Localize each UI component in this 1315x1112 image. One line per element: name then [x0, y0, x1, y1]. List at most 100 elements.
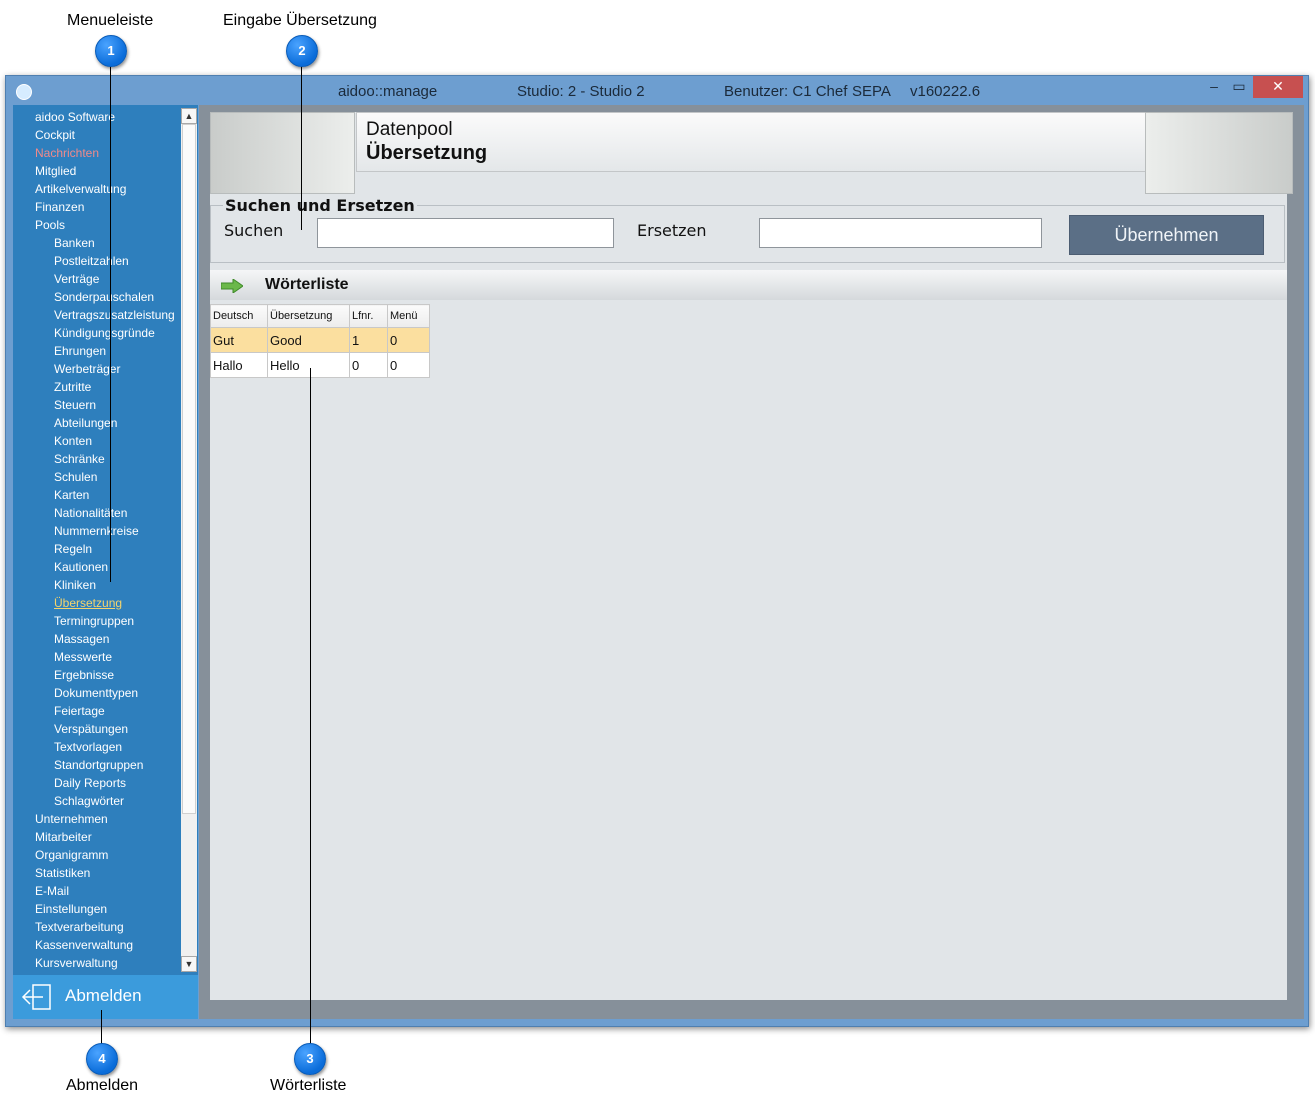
studio-info: Studio: 2 - Studio 2: [517, 83, 645, 100]
sidebar-item-schulen[interactable]: Schulen: [54, 468, 97, 486]
maximize-button[interactable]: ▭: [1228, 78, 1250, 98]
sidebar-item-finanzen[interactable]: Finanzen: [35, 198, 84, 216]
page-header: Datenpool Übersetzung: [356, 112, 1146, 172]
search-input[interactable]: [317, 218, 614, 248]
sidebar-item-artikelverwaltung[interactable]: Artikelverwaltung: [35, 180, 126, 198]
logout-arrow-icon: [21, 984, 51, 1010]
sidebar-item-pools[interactable]: Pools: [35, 216, 65, 234]
sidebar-item-zutritte[interactable]: Zutritte: [54, 378, 91, 396]
scroll-up-icon[interactable]: ▲: [181, 108, 197, 124]
search-replace-group: Suchen und Ersetzen Suchen Ersetzen Über…: [210, 196, 1285, 263]
sidebar-item-organigramm[interactable]: Organigramm: [35, 846, 108, 864]
sidebar-item-aidoo-software[interactable]: aidoo Software: [35, 108, 115, 126]
callout-label-menueleiste: Menueleiste: [67, 12, 154, 29]
menu-list: aidoo Software Cockpit Nachrichten Mitglied…: [13, 105, 181, 973]
callout-badge-1: 1: [95, 35, 127, 67]
scroll-down-icon[interactable]: ▼: [181, 956, 197, 972]
cell-deutsch[interactable]: Gut: [210, 327, 268, 353]
sidebar-item-abteilungen[interactable]: Abteilungen: [54, 414, 117, 432]
replace-input[interactable]: [759, 218, 1042, 248]
sidebar-item-nummernkreise[interactable]: Nummernkreise: [54, 522, 139, 540]
sidebar-item-verträge[interactable]: Verträge: [54, 270, 99, 288]
sidebar-item-cockpit[interactable]: Cockpit: [35, 126, 75, 144]
sidebar-item-konten[interactable]: Konten: [54, 432, 92, 450]
sidebar-item-nationalitäten[interactable]: Nationalitäten: [54, 504, 127, 522]
sidebar-item-verspätungen[interactable]: Verspätungen: [54, 720, 128, 738]
sidebar-item-kündigungsgründe[interactable]: Kündigungsgründe: [54, 324, 155, 342]
sidebar-item-vertragszusatzleistung[interactable]: Vertragszusatzleistung: [54, 306, 175, 324]
cell-deutsch[interactable]: Hallo: [210, 352, 268, 378]
callout-label-woerterliste: Wörterliste: [270, 1077, 347, 1094]
table-row[interactable]: Gut Good 1 0: [210, 327, 430, 353]
sidebar-item-kassenverwaltung[interactable]: Kassenverwaltung: [35, 936, 133, 954]
sidebar-item-textvorlagen[interactable]: Textvorlagen: [54, 738, 122, 756]
sidebar-item-steuern[interactable]: Steuern: [54, 396, 96, 414]
sidebar-item-ergebnisse[interactable]: Ergebnisse: [54, 666, 114, 684]
sidebar-item-sonderpauschalen[interactable]: Sonderpauschalen: [54, 288, 154, 306]
sidebar-item-mitarbeiter[interactable]: Mitarbeiter: [35, 828, 92, 846]
sidebar-item-feiertage[interactable]: Feiertage: [54, 702, 105, 720]
column-header-lfnr[interactable]: Lfnr.: [349, 304, 388, 328]
word-list-table: Deutsch Übersetzung Lfnr. Menü Gut Good 1 0…: [210, 304, 430, 378]
column-header-uebersetzung[interactable]: Übersetzung: [267, 304, 350, 328]
sidebar-item-regeln[interactable]: Regeln: [54, 540, 92, 558]
callout-badge-2: 2: [286, 35, 318, 67]
cell-menu[interactable]: 0: [387, 327, 430, 353]
sidebar-scrollbar[interactable]: ▲ ▼: [181, 108, 197, 972]
sidebar-item-karten[interactable]: Karten: [54, 486, 89, 504]
callout-leader-1: [110, 62, 111, 582]
search-replace-legend: Suchen und Ersetzen: [223, 196, 417, 215]
sidebar-item-einstellungen[interactable]: Einstellungen: [35, 900, 107, 918]
callout-label-eingabe-uebersetzung: Eingabe Übersetzung: [223, 12, 377, 29]
close-button[interactable]: ✕: [1253, 76, 1303, 98]
scrollbar-thumb[interactable]: [182, 124, 196, 814]
callout-label-abmelden: Abmelden: [66, 1077, 139, 1094]
cell-uebersetzung[interactable]: Good: [267, 327, 350, 353]
header-category: Datenpool: [366, 119, 453, 140]
sidebar-item-massagen[interactable]: Massagen: [54, 630, 109, 648]
sidebar-item-ehrungen[interactable]: Ehrungen: [54, 342, 106, 360]
page-title: Übersetzung: [366, 142, 488, 164]
cell-lfnr[interactable]: 0: [349, 352, 388, 378]
callout-leader-4: [101, 1010, 102, 1044]
callout-leader-3: [310, 368, 311, 1044]
sidebar-item-statistiken[interactable]: Statistiken: [35, 864, 90, 882]
sidebar-item-termingruppen[interactable]: Termingruppen: [54, 612, 134, 630]
sidebar-item-übersetzung[interactable]: Übersetzung: [54, 594, 122, 612]
column-header-deutsch[interactable]: Deutsch: [210, 304, 268, 328]
user-info: Benutzer: C1 Chef: [724, 83, 848, 100]
logout-button[interactable]: Abmelden: [13, 975, 198, 1019]
sidebar-item-standortgruppen[interactable]: Standortgruppen: [54, 756, 143, 774]
sidebar-item-kliniken[interactable]: Kliniken: [54, 576, 96, 594]
sidebar-item-postleitzahlen[interactable]: Postleitzahlen: [54, 252, 129, 270]
main-content: Datenpool Übersetzung Suchen und Ersetze…: [199, 105, 1304, 1019]
sidebar-item-schlagwörter[interactable]: Schlagwörter: [54, 792, 124, 810]
sidebar-item-kursverwaltung[interactable]: Kursverwaltung: [35, 954, 118, 972]
word-list-header: Wörterliste: [210, 270, 1287, 300]
green-arrow-icon: [221, 279, 243, 293]
cell-lfnr[interactable]: 1: [349, 327, 388, 353]
sidebar-item-textverarbeitung[interactable]: Textverarbeitung: [35, 918, 124, 936]
header-left-panel: [210, 112, 355, 194]
sidebar-item-banken[interactable]: Banken: [54, 234, 95, 252]
column-header-menu[interactable]: Menü: [387, 304, 430, 328]
search-label: Suchen: [224, 221, 284, 240]
sidebar-item-kautionen[interactable]: Kautionen: [54, 558, 108, 576]
minimize-button[interactable]: –: [1204, 78, 1224, 98]
word-list-title: Wörterliste: [265, 276, 349, 293]
sidebar-item-nachrichten[interactable]: Nachrichten: [35, 144, 99, 162]
header-right-panel: [1145, 112, 1293, 194]
sepa-info: SEPA: [852, 83, 891, 100]
apply-button[interactable]: Übernehmen: [1069, 215, 1264, 255]
cell-uebersetzung[interactable]: Hello: [267, 352, 350, 378]
callout-badge-3: 3: [294, 1043, 326, 1075]
cell-menu[interactable]: 0: [387, 352, 430, 378]
sidebar-item-unternehmen[interactable]: Unternehmen: [35, 810, 108, 828]
sidebar-item-schränke[interactable]: Schränke: [54, 450, 105, 468]
sidebar-item-mitglied[interactable]: Mitglied: [35, 162, 76, 180]
sidebar-item-dokumenttypen[interactable]: Dokumenttypen: [54, 684, 138, 702]
table-row[interactable]: Hallo Hello 0 0: [210, 352, 430, 378]
sidebar-item-daily-reports[interactable]: Daily Reports: [54, 774, 126, 792]
sidebar-item-e-mail[interactable]: E-Mail: [35, 882, 69, 900]
sidebar-item-messwerte[interactable]: Messwerte: [54, 648, 112, 666]
